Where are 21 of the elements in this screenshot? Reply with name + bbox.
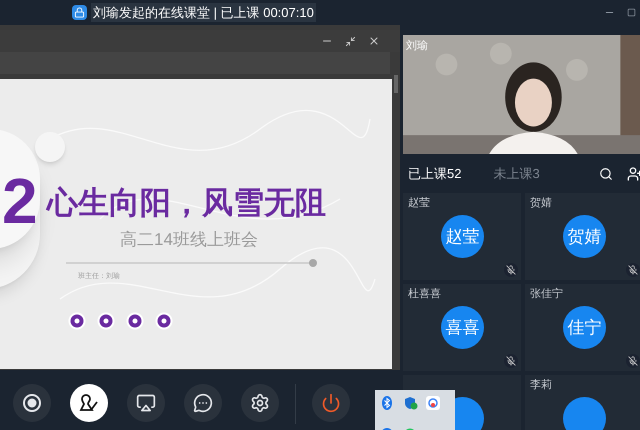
student-card[interactable]: 张佳宁 佳宁 (525, 284, 640, 372)
student-avatar: 佳宁 (563, 306, 606, 350)
window-title: 刘瑜发起的在线课堂 | 已上课 00:07:10 (91, 2, 316, 22)
tab[interactable]: 未上课3 (493, 164, 540, 184)
student-name: 李莉 (530, 378, 552, 394)
slide-title: 心生向阳，风雪无阻 (47, 187, 326, 218)
student-name: 赵莹 (408, 196, 430, 212)
slide-subtitle: 高二14班线上班会 (120, 231, 258, 248)
student-card[interactable]: 贺婧 贺婧 (525, 193, 640, 280)
student-avatar: 喜喜 (441, 306, 484, 350)
student-card[interactable]: 赵莹 赵莹 (403, 193, 521, 280)
student-name: 张佳宁 (530, 286, 563, 302)
student-card[interactable]: 李莉 (525, 375, 640, 430)
tab[interactable]: 已上课52 (408, 164, 462, 184)
student-card[interactable]: 杜喜喜 喜喜 (403, 284, 521, 372)
student-name: 贺婧 (530, 196, 552, 212)
student-avatar: 贺婧 (563, 215, 606, 258)
student-avatar: 赵莹 (441, 215, 484, 258)
slide-number: 2 (2, 169, 38, 233)
speaker-name: 刘瑜 (406, 38, 428, 54)
student-name: 杜喜喜 (408, 287, 441, 302)
